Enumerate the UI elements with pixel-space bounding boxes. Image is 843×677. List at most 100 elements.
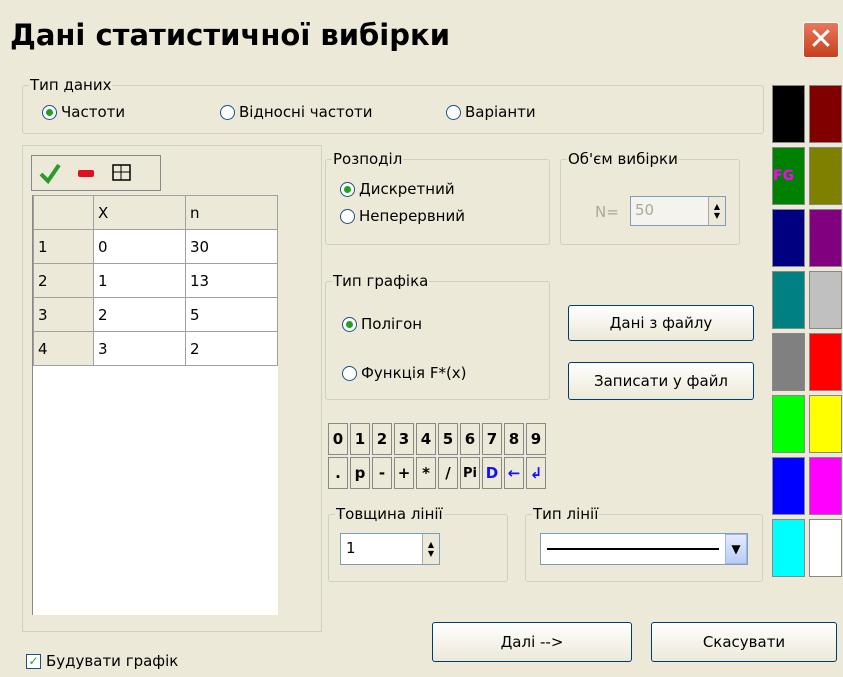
radio-relative-frequencies[interactable]: Відносні частоти	[220, 103, 373, 121]
table-row[interactable]: 432	[33, 331, 278, 366]
key-9[interactable]: 9	[526, 423, 546, 455]
line-width-spinner[interactable]: 1 ▲ ▼	[340, 533, 440, 565]
spinner-arrows-icon[interactable]: ▲ ▼	[422, 534, 439, 564]
key-7[interactable]: 7	[482, 423, 502, 455]
radio-function[interactable]: Функція F*(x)	[342, 364, 467, 382]
radio-continuous[interactable]: Неперервний	[340, 207, 465, 225]
color-swatch-fg[interactable]: FG	[772, 147, 805, 205]
sample-size-spinner[interactable]: 50 ▲ ▼	[630, 196, 726, 226]
color-swatch[interactable]	[772, 85, 805, 143]
color-swatch[interactable]	[772, 271, 805, 329]
load-file-button[interactable]: Дані з файлу	[568, 305, 754, 341]
color-swatch[interactable]	[809, 333, 842, 391]
key-8[interactable]: 8	[504, 423, 524, 455]
row-index: 4	[33, 331, 94, 366]
close-button[interactable]: ✕	[803, 22, 839, 58]
radio-dot	[340, 208, 355, 224]
header-n: n	[185, 195, 278, 230]
radio-dot	[340, 181, 355, 197]
save-file-button[interactable]: Записати у файл	[568, 362, 754, 400]
color-palette: FG	[772, 85, 843, 580]
table-row[interactable]: 1 0 30	[33, 229, 278, 264]
row-index: 3	[33, 297, 94, 332]
key-divide[interactable]: /	[438, 457, 458, 489]
radio-polygon[interactable]: Полігон	[342, 315, 422, 333]
line-type-select[interactable]: ▼	[540, 533, 748, 565]
build-graph-checkbox[interactable]: ✓ Будувати графік	[26, 652, 178, 670]
color-swatch[interactable]	[772, 209, 805, 267]
color-swatch[interactable]	[772, 457, 805, 515]
color-swatch[interactable]	[809, 209, 842, 267]
header-x: X	[93, 195, 186, 230]
color-swatch[interactable]	[809, 395, 842, 453]
key-3[interactable]: 3	[394, 423, 414, 455]
table-header-row: X n	[33, 195, 278, 230]
cell-n[interactable]: 5	[185, 297, 278, 332]
radio-label: Дискретний	[359, 180, 455, 198]
key-5[interactable]: 5	[438, 423, 458, 455]
table-row[interactable]: 325	[33, 297, 278, 332]
chevron-down-icon[interactable]: ▼	[725, 534, 747, 564]
sample-size-value: 50	[635, 201, 655, 219]
corner-cell	[33, 195, 94, 230]
key-6[interactable]: 6	[460, 423, 480, 455]
enter-icon[interactable]: ↲	[526, 457, 546, 489]
color-swatch[interactable]	[772, 333, 805, 391]
key-4[interactable]: 4	[416, 423, 436, 455]
color-swatch[interactable]	[809, 147, 842, 205]
key-1[interactable]: 1	[350, 423, 370, 455]
row-index: 1	[33, 229, 94, 264]
radio-label: Функція F*(x)	[361, 364, 467, 382]
radio-discrete[interactable]: Дискретний	[340, 180, 455, 198]
color-swatch[interactable]	[772, 519, 805, 577]
key-pi[interactable]: Pi	[460, 457, 480, 489]
checkmark-icon[interactable]	[32, 156, 68, 190]
sample-size-legend: Об'єм вибірки	[568, 150, 678, 168]
radio-dot	[342, 365, 357, 381]
cell-n[interactable]: 13	[185, 263, 278, 298]
color-swatch[interactable]	[809, 457, 842, 515]
color-swatch[interactable]	[809, 519, 842, 577]
fg-label: FG	[773, 168, 795, 184]
cell-n[interactable]: 30	[185, 229, 278, 264]
radio-dot	[42, 104, 57, 120]
cell-x[interactable]: 1	[93, 263, 186, 298]
radio-label: Полігон	[361, 315, 423, 333]
color-swatch[interactable]	[772, 395, 805, 453]
radio-frequencies[interactable]: Частоти	[42, 103, 125, 121]
table-row[interactable]: 2 1 13	[33, 263, 278, 298]
row-index: 2	[33, 263, 94, 298]
table: X n 1 0 30 2 1 13 325 432	[33, 195, 278, 366]
cell-x[interactable]: 2	[93, 297, 186, 332]
key-multiply[interactable]: *	[416, 457, 436, 489]
table-toolbar	[31, 155, 161, 191]
radio-variants[interactable]: Варіанти	[446, 103, 536, 121]
key-dot[interactable]: .	[328, 457, 348, 489]
data-table[interactable]: X n 1 0 30 2 1 13 325 432	[32, 195, 278, 615]
checkbox-check-icon: ✓	[26, 653, 41, 669]
color-swatch[interactable]	[809, 85, 842, 143]
color-swatch[interactable]	[809, 271, 842, 329]
minus-icon[interactable]	[68, 156, 104, 190]
key-d[interactable]: D	[482, 457, 502, 489]
backspace-icon[interactable]: ←	[504, 457, 524, 489]
cell-x[interactable]: 3	[93, 331, 186, 366]
key-2[interactable]: 2	[372, 423, 392, 455]
key-p[interactable]: p	[350, 457, 370, 489]
close-icon: ✕	[808, 22, 834, 57]
radio-dot	[446, 104, 461, 120]
key-plus[interactable]: +	[394, 457, 414, 489]
table-icon[interactable]	[104, 156, 140, 190]
solid-line-icon	[541, 534, 725, 564]
data-type-legend: Тип даних	[30, 76, 112, 94]
key-minus[interactable]: -	[372, 457, 392, 489]
cell-x[interactable]: 0	[93, 229, 186, 264]
key-0[interactable]: 0	[328, 423, 348, 455]
spinner-arrows-icon[interactable]: ▲ ▼	[708, 197, 725, 225]
cancel-button[interactable]: Скасувати	[651, 622, 837, 662]
data-type-group: Тип даних	[22, 76, 764, 134]
cell-n[interactable]: 2	[185, 331, 278, 366]
line-width-value: 1	[346, 539, 356, 557]
radio-label: Неперервний	[359, 207, 465, 225]
next-button[interactable]: Далі -->	[432, 622, 632, 662]
